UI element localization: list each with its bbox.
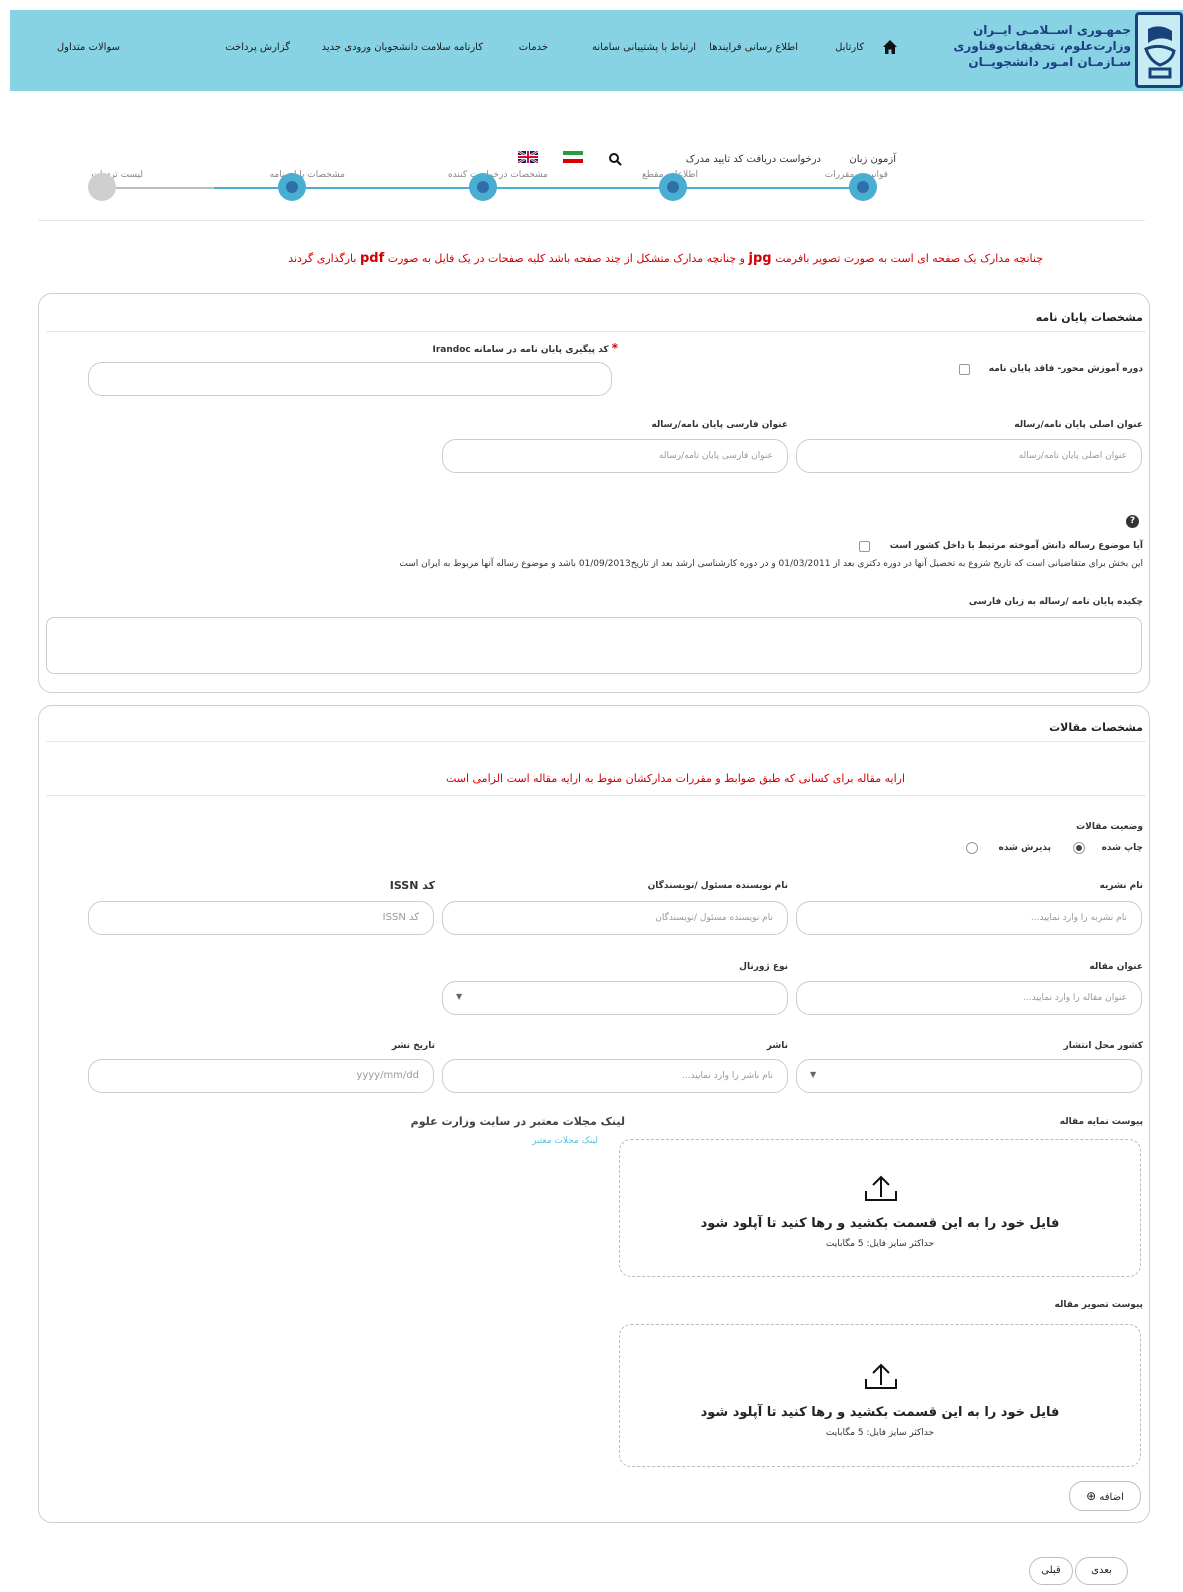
journal-type-label: نوع ژورنال: [739, 962, 788, 972]
abstract-label: چکیده پایان نامه /رساله به زبان فارسی: [968, 597, 1143, 607]
image-attach-label: پیوست تصویر مقاله: [1054, 1300, 1143, 1310]
author-label: نام نویسنده مسئول /نویسندگان: [647, 881, 788, 891]
journal-name-label: نام نشریه: [1099, 881, 1143, 891]
country-caret-icon: ▼: [810, 1070, 817, 1079]
persian-title-input[interactable]: عنوان فارسی پایان نامه/رساله: [442, 439, 788, 473]
articles-card-title: مشخصات مقالات: [1049, 721, 1143, 734]
valid-journals-title: لینک مجلات معتبر در سایت وزارت علوم: [410, 1115, 625, 1128]
persian-title-label: عنوان فارسی پایان نامه/رساله: [651, 420, 788, 430]
next-button[interactable]: بعدی: [1075, 1557, 1128, 1585]
main-title-input[interactable]: عنوان اصلی پایان نامه/رساله: [796, 439, 1142, 473]
link-language-exam[interactable]: آزمون زبان: [849, 154, 896, 165]
article-title-input[interactable]: عنوان مقاله را وارد نمایید...: [796, 981, 1142, 1015]
logo-text: جمهـوری اســلامـی ایــران وزارت‌علوم، تح…: [953, 22, 1131, 70]
articles-notice: ارایه مقاله برای کسانی که طبق ضوابط و مق…: [445, 772, 905, 785]
journal-name-input[interactable]: نام نشریه را وارد نمایید...: [796, 901, 1142, 935]
dropzone-size-text: حداکثر سایز فایل: 5 مگابایت: [825, 1428, 935, 1438]
link-verification-code[interactable]: درخواست دریافت کد تایید مدرک: [686, 154, 821, 165]
nav-services[interactable]: خدمات: [519, 42, 548, 53]
notice-pdf: pdf: [359, 251, 385, 266]
issn-label: کد ISSN: [389, 879, 435, 892]
logo-line-2: وزارت‌علوم، تحقیقات‌وفناوری: [953, 39, 1131, 53]
help-icon[interactable]: ?: [1126, 515, 1139, 528]
image-dropzone[interactable]: فایل خود را به این قسمت بکشید و رها کنید…: [619, 1324, 1141, 1467]
step-dot-applicant[interactable]: [469, 173, 497, 201]
upload-format-notice: چنانچه مدارک یک صفحه ای است به صورت تصوی…: [288, 251, 1043, 266]
country-label: کشور محل انتشار: [1063, 1041, 1143, 1051]
articles-card-divider: [46, 741, 1146, 742]
thesis-card-divider: [46, 331, 1146, 332]
status-accepted-radio[interactable]: [966, 842, 978, 854]
pub-date-label: تاریخ نشر: [391, 1041, 435, 1051]
valid-journals-link[interactable]: لینک مجلات معتبر: [532, 1136, 598, 1146]
add-label: اضافه: [1099, 1492, 1124, 1503]
irandoc-label: * کد پیگیری پایان نامه در سامانه Irandoc: [432, 341, 618, 355]
top-header: جمهـوری اســلامـی ایــران وزارت‌علوم، تح…: [10, 10, 1183, 91]
notice-jpg: jpg: [748, 251, 772, 266]
dropzone-main-text: فایل خود را به این قسمت بکشید و رها کنید…: [700, 1405, 1060, 1420]
main-title-label: عنوان اصلی پایان نامه/رساله: [1014, 420, 1143, 430]
search-icon[interactable]: [608, 152, 622, 166]
plus-circle-icon: ⊕: [1086, 1489, 1097, 1503]
dropzone-size-text: حداکثر سایز فایل: 5 مگابایت: [825, 1239, 935, 1249]
prev-button[interactable]: قبلی: [1029, 1557, 1073, 1585]
dropzone-main-text: فایل خود را به این قسمت بکشید و رها کنید…: [700, 1216, 1060, 1231]
add-article-button[interactable]: اضافه ⊕: [1069, 1481, 1141, 1511]
index-dropzone[interactable]: فایل خود را به این قسمت بکشید و رها کنید…: [619, 1139, 1141, 1277]
course-only-checkbox[interactable]: [959, 364, 970, 375]
course-only-label: دوره آموزش محور- فاقد پایان نامه: [988, 364, 1143, 374]
status-printed-label: چاپ شده: [1101, 843, 1143, 853]
stepper-remaining-rail: [100, 187, 214, 189]
home-icon[interactable]: [882, 39, 898, 55]
notice-part2: و چنانچه مدارک متشکل از چند صفحه باشد کل…: [387, 252, 745, 265]
nav-process-info[interactable]: اطلاع رسانی فرایندها: [709, 42, 798, 53]
nav-payment-report[interactable]: گزارش پرداخت: [225, 42, 290, 53]
journal-type-select[interactable]: [442, 981, 788, 1015]
notice-part1: چنانچه مدارک یک صفحه ای است به صورت تصوی…: [775, 252, 1043, 265]
irandoc-label-text: کد پیگیری پایان نامه در سامانه Irandoc: [432, 345, 609, 355]
logo-line-3: سـازمـان امـور دانشجویــان: [968, 55, 1131, 69]
irandoc-code-input[interactable]: [88, 362, 612, 396]
abstract-textarea[interactable]: [46, 617, 1142, 674]
step-dot-traffic-list[interactable]: [88, 173, 116, 201]
upload-icon: [865, 1175, 897, 1201]
page: جمهـوری اســلامـی ایــران وزارت‌علوم، تح…: [0, 0, 1183, 1592]
flag-uk-icon[interactable]: [518, 151, 538, 163]
stepper-progress-rail: [214, 187, 864, 189]
nav-support[interactable]: ارتباط با پشتیبانی سامانه: [592, 42, 696, 53]
index-attach-label: پیوست نمایه مقاله: [1059, 1117, 1143, 1127]
nav-health-report[interactable]: کارنامه سلامت دانشجویان ورودی جدید: [322, 42, 483, 53]
journal-type-caret-icon: ▼: [456, 992, 463, 1001]
pub-date-input[interactable]: yyyy/mm/dd: [88, 1059, 434, 1093]
required-mark: *: [611, 341, 618, 355]
nav-faq[interactable]: سوالات متداول: [57, 42, 120, 53]
step-dot-rules[interactable]: [849, 173, 877, 201]
domestic-checkbox[interactable]: [859, 541, 870, 552]
issn-input[interactable]: کد ISSN: [88, 901, 434, 935]
flag-iran-icon[interactable]: [563, 151, 583, 163]
author-input[interactable]: نام نویسنده مسئول /نویسندگان: [442, 901, 788, 935]
publisher-input[interactable]: نام ناشر را وارد نمایید...: [442, 1059, 788, 1093]
nav-cartable[interactable]: کارتابل: [835, 42, 864, 53]
article-title-label: عنوان مقاله: [1089, 962, 1143, 972]
publisher-label: ناشر: [766, 1041, 788, 1051]
articles-notice-divider: [46, 795, 1146, 796]
notice-part3: بارگذاری گردند: [288, 252, 357, 265]
divider: [38, 220, 1145, 221]
country-select[interactable]: [796, 1059, 1142, 1093]
thesis-card-title: مشخصات پایان نامه: [1035, 311, 1143, 324]
status-printed-radio[interactable]: [1073, 842, 1085, 854]
logo-line-1: جمهـوری اســلامـی ایــران: [972, 23, 1131, 37]
domestic-question-label: آیا موضوع رساله دانش آموخته مرتبط با داخ…: [889, 541, 1143, 551]
upload-icon: [865, 1363, 897, 1389]
step-dot-thesis[interactable]: [278, 173, 306, 201]
status-label: وضعیت مقالات: [1076, 822, 1143, 832]
step-dot-degree-info[interactable]: [659, 173, 687, 201]
step-label-applicant: مشخصات درخواست کننده: [447, 170, 548, 180]
domestic-note: این بخش برای متقاضیانی است که تاریخ شروع…: [399, 559, 1143, 569]
logo-emblem-icon: [1135, 12, 1183, 88]
status-accepted-label: پذیرش شده: [998, 843, 1051, 853]
